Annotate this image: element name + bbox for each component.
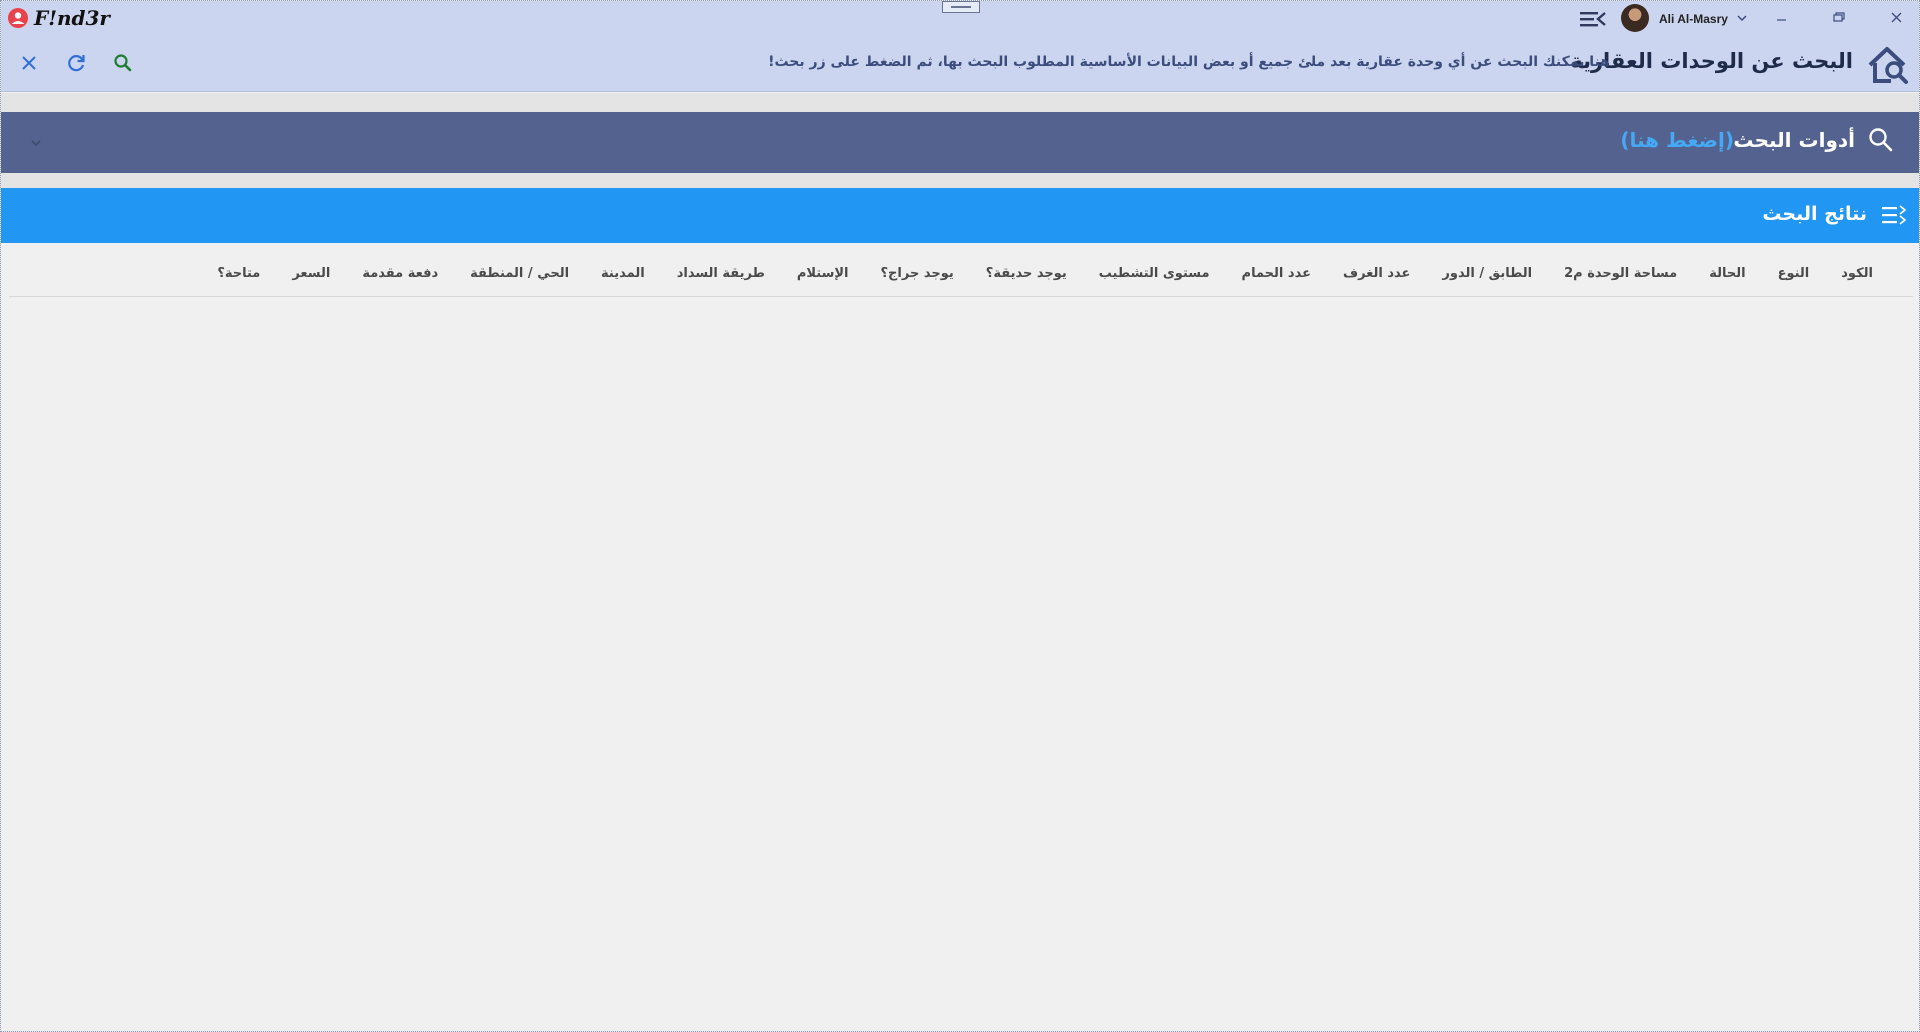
column-header[interactable]: يوجد جراج؟ [881, 266, 954, 281]
search-icon[interactable] [111, 51, 135, 75]
column-header[interactable]: مستوى التشطيب [1099, 266, 1210, 281]
close-icon[interactable] [17, 51, 41, 75]
column-header[interactable]: الحي / المنطقة [470, 266, 569, 281]
location-pin-icon [8, 8, 28, 28]
column-header[interactable]: عدد الغرف [1343, 266, 1410, 281]
page-title: البحث عن الوحدات العقارية [1570, 49, 1853, 73]
list-icon [1882, 205, 1907, 225]
refresh-icon[interactable] [64, 51, 88, 75]
drag-grip[interactable] [942, 1, 980, 13]
user-name[interactable]: Ali Al-Masry [1659, 12, 1728, 26]
column-header[interactable]: الإستلام [797, 266, 849, 281]
column-header[interactable]: الكود [1841, 266, 1873, 281]
chevron-down-icon[interactable] [1736, 12, 1748, 24]
menu-collapse-icon[interactable] [1579, 9, 1607, 29]
page-header: البحث عن الوحدات العقارية هنا يمكنك البح… [1, 35, 1919, 92]
app-window: F!nd3r Ali Al-Masry البحث عن الوحدات الع… [0, 0, 1920, 1032]
house-search-icon [1868, 47, 1908, 84]
column-header[interactable]: متاحة؟ [217, 266, 260, 281]
column-header[interactable]: مساحة الوحدة م2 [1564, 266, 1677, 281]
search-icon [1869, 128, 1893, 152]
column-header[interactable]: طريقة السداد [677, 266, 765, 281]
column-header[interactable]: يوجد حديقة؟ [986, 266, 1067, 281]
search-tools-title: أدوات البحث [1733, 128, 1855, 152]
results-title: نتائج البحث [1762, 203, 1867, 225]
minimize-button[interactable] [1772, 8, 1792, 28]
results-header: نتائج البحث [1, 188, 1919, 243]
table-header: الكود النوع الحالة مساحة الوحدة م2 الطابق / … [9, 251, 1913, 297]
search-tools-expand-link[interactable]: (إضغط هنا) [1620, 128, 1734, 152]
column-header[interactable]: المدينة [601, 266, 645, 281]
search-tools-panel[interactable]: أدوات البحث (إضغط هنا) [1, 112, 1919, 173]
column-header[interactable]: السعر [292, 266, 330, 281]
app-logo-text: F!nd3r [34, 6, 110, 30]
restore-button[interactable] [1829, 8, 1849, 28]
results-table: الكود النوع الحالة مساحة الوحدة م2 الطابق / … [9, 251, 1913, 1031]
user-avatar[interactable] [1621, 4, 1649, 32]
column-header[interactable]: النوع [1778, 266, 1810, 281]
column-header[interactable]: عدد الحمام [1242, 266, 1311, 281]
page-hint: هنا يمكنك البحث عن أي وحدة عقارية بعد مل… [768, 54, 1610, 70]
chevron-down-icon[interactable] [29, 136, 43, 150]
separator [1, 93, 1919, 112]
column-header[interactable]: الحالة [1709, 266, 1745, 281]
title-bar[interactable]: F!nd3r Ali Al-Masry [1, 1, 1919, 35]
separator [1, 173, 1919, 188]
window-close-button[interactable] [1887, 8, 1907, 28]
column-header[interactable]: الطابق / الدور [1442, 266, 1532, 281]
column-header[interactable]: دفعة مقدمة [362, 266, 438, 281]
